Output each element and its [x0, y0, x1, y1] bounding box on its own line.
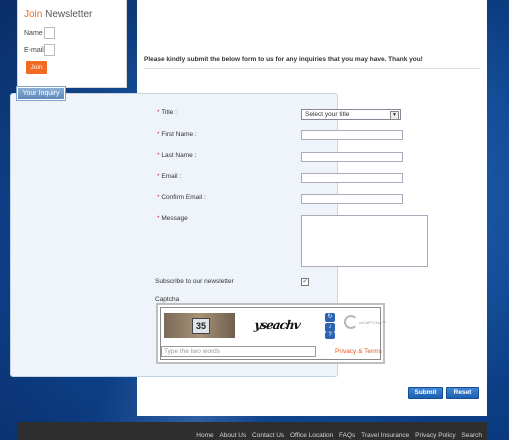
title-select[interactable]: Select your title ▼ [301, 109, 401, 120]
inquiry-legend: Your Inquiry [17, 87, 65, 100]
confirm-email-input[interactable] [301, 194, 403, 204]
help-icon[interactable]: ? [325, 332, 335, 339]
required-mark: * [157, 194, 160, 201]
newsletter-name-label: Name [24, 30, 43, 37]
last-name-input[interactable] [301, 152, 403, 162]
first-name-input[interactable] [301, 130, 403, 140]
newsletter-title: Join Newsletter [24, 9, 92, 20]
required-mark: * [157, 109, 160, 116]
last-name-label-text: Last Name : [161, 152, 197, 159]
newsletter-join-button[interactable]: Join [26, 61, 47, 74]
newsletter-name-input[interactable] [44, 27, 55, 39]
email-label: * Email : [157, 173, 181, 180]
captcha-label: Captcha [155, 296, 180, 303]
email-label-text: Email : [161, 173, 182, 180]
captcha-image-number: 35 [164, 313, 235, 338]
footer-link-travel-insurance[interactable]: Travel Insurance [361, 432, 409, 439]
chevron-down-icon: ▼ [390, 111, 399, 120]
recaptcha-brand: reCAPTCHA™ [359, 320, 386, 325]
message-label: * Message [157, 215, 188, 222]
title-label: * Title : [157, 109, 177, 116]
title-select-value: Select your title [305, 111, 350, 118]
first-name-label-text: First Name : [161, 131, 197, 138]
captcha-number: 35 [192, 318, 210, 334]
divider [144, 68, 480, 69]
required-mark: * [157, 152, 160, 159]
required-mark: * [157, 131, 160, 138]
required-mark: * [157, 173, 160, 180]
confirm-email-label: * Confirm Email : [157, 194, 206, 201]
recaptcha-logo: reCAPTCHA™ [344, 315, 386, 333]
email-input[interactable] [301, 173, 403, 183]
newsletter-panel: Join Newsletter Name E-mail Join [17, 0, 127, 88]
intro-text: Please kindly submit the below form to u… [144, 56, 423, 63]
submit-button[interactable]: Submit [408, 387, 443, 399]
footer-link-office[interactable]: Office Location [290, 432, 333, 439]
required-mark: * [157, 215, 160, 222]
newsletter-title-rest: Newsletter [42, 9, 93, 20]
privacy-terms-link[interactable]: Privacy & Terms [335, 348, 382, 355]
footer-link-privacy[interactable]: Privacy Policy [415, 432, 455, 439]
captcha-image-word: yseachv [238, 313, 316, 338]
footer-link-about[interactable]: About Us [219, 432, 246, 439]
footer-link-home[interactable]: Home [196, 432, 213, 439]
first-name-label: * First Name : [157, 131, 197, 138]
subscribe-label: Subscribe to our newsletter [155, 278, 234, 285]
footer-links: Home About Us Contact Us Office Location… [192, 432, 482, 439]
captcha-input[interactable]: Type the two words [161, 346, 316, 357]
title-label-text: Title : [161, 109, 177, 116]
message-textarea[interactable] [301, 215, 428, 267]
last-name-label: * Last Name : [157, 152, 196, 159]
subscribe-checkbox[interactable]: ✓ [301, 278, 309, 286]
newsletter-title-join: Join [24, 9, 43, 20]
footer-link-faqs[interactable]: FAQs [339, 432, 355, 439]
newsletter-email-label: E-mail [24, 47, 44, 54]
footer-link-search[interactable]: Search [461, 432, 482, 439]
reset-button[interactable]: Reset [446, 387, 479, 399]
recaptcha-icon [344, 315, 358, 329]
footer-link-contact[interactable]: Contact Us [252, 432, 284, 439]
newsletter-email-input[interactable] [44, 44, 55, 56]
refresh-icon[interactable]: ↻ [325, 313, 335, 322]
confirm-email-label-text: Confirm Email : [161, 194, 206, 201]
audio-icon[interactable]: ♪ [325, 323, 335, 332]
footer: Home About Us Contact Us Office Location… [17, 422, 487, 440]
message-label-text: Message [161, 215, 188, 222]
